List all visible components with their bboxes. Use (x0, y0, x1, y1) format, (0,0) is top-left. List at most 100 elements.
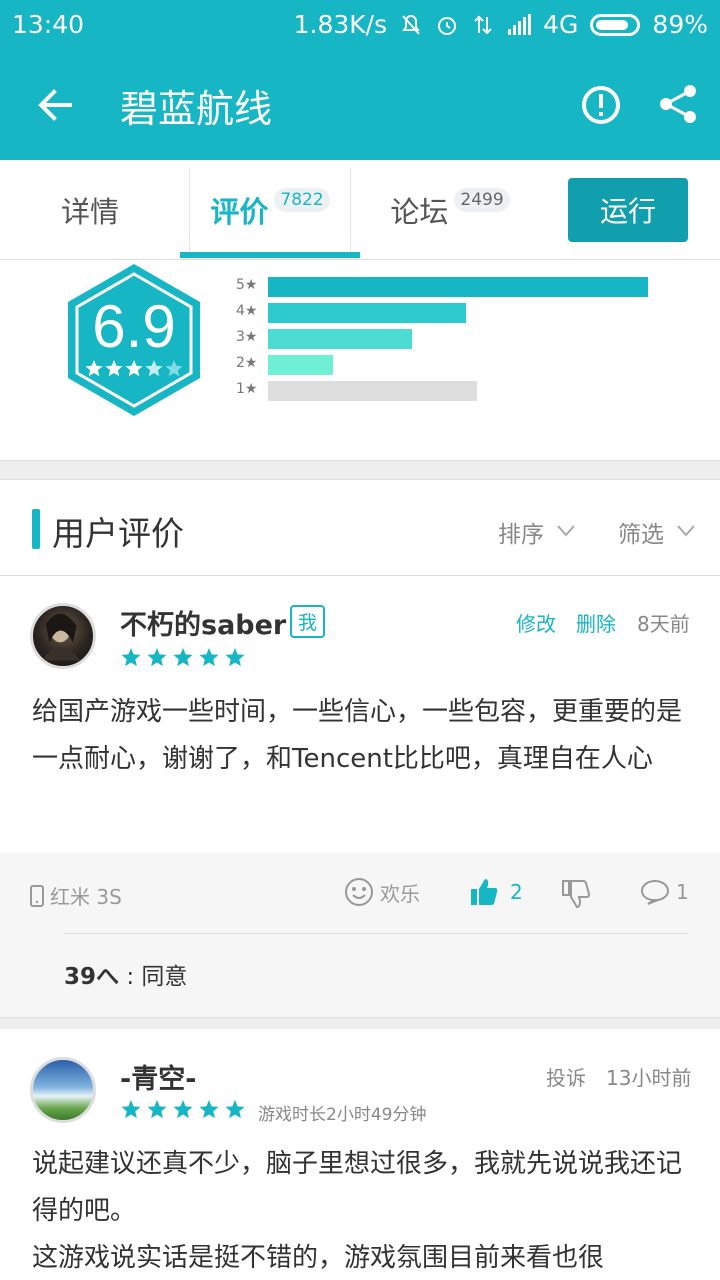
app-title: 碧蓝航线 (120, 87, 273, 131)
device-name: 红米 3S (50, 885, 122, 909)
review-footer: 红米 3S 欢乐 2 1 39へ : 同意 (0, 853, 720, 1017)
comment-count: 1 (676, 880, 689, 904)
star-icon (225, 648, 245, 667)
review-time: 8天前 (637, 612, 690, 636)
status-right: 1.83K/s 4G 89% (294, 10, 708, 39)
average-star-rating (85, 360, 183, 377)
star-icon (199, 648, 219, 667)
like-count: 2 (510, 880, 523, 904)
tab-forum[interactable]: 论坛 2499 (360, 160, 540, 260)
edit-review-link[interactable]: 修改 (516, 608, 556, 637)
filter-button[interactable]: 筛选 (618, 515, 664, 549)
review-star-rating (121, 1100, 245, 1119)
run-button[interactable]: 运行 (568, 178, 688, 242)
review-gap (0, 1017, 720, 1029)
rating-bar-label: 3★ (236, 329, 258, 345)
tab-details-label: 详情 (60, 195, 119, 229)
battery-icon (590, 13, 641, 36)
report-link[interactable]: 投诉 (546, 1062, 586, 1091)
review-card: 不朽的saber 我 修改 删除 8天前 给国产游戏一些时间，一些信心，一些包容… (0, 577, 720, 853)
rating-bar (268, 277, 648, 297)
mood-label: 欢乐 (380, 881, 420, 906)
network-type: 4G (543, 10, 579, 39)
star-icon (121, 648, 141, 667)
mute-bell-icon (402, 14, 421, 35)
sort-label: 排序 (498, 522, 544, 548)
agree-count: 39 (64, 964, 97, 990)
app-bar: 碧蓝航线 (0, 50, 720, 160)
back-arrow-icon[interactable] (30, 80, 80, 130)
tab-separator (350, 168, 351, 252)
playtime: 游戏时长2小时49分钟 (258, 1105, 427, 1125)
data-transfer-icon (474, 15, 492, 34)
section-gap (0, 460, 720, 480)
tab-reviews[interactable]: 评价 7822 (180, 160, 360, 260)
review-time: 13小时前 (606, 1066, 692, 1090)
device-info: 红米 3S (30, 881, 122, 910)
star-icon (85, 360, 103, 377)
agree-label: : 同意 (126, 964, 188, 990)
star-icon (145, 360, 163, 377)
star-icon (173, 1100, 193, 1119)
network-speed: 1.83K/s (293, 10, 388, 39)
filter-label: 筛选 (618, 522, 664, 548)
signal-icon (508, 13, 532, 35)
review-card: -青空- 投诉 13小时前 游戏时长2小时49分钟 说起建议还真不少，脑子里想过… (0, 1029, 720, 1280)
share-icon[interactable] (656, 82, 700, 126)
star-icon (125, 360, 143, 377)
thumbs-down-icon[interactable] (562, 879, 590, 909)
review-text: 说起建议还真不少，脑子里想过很多，我就先说说我还记得的吧。 这游戏说实话是挺不错… (32, 1149, 683, 1273)
rating-bar-label: 5★ (236, 277, 258, 293)
divider (64, 933, 688, 934)
tab-reviews-count: 7822 (274, 188, 330, 212)
report-alert-icon[interactable] (580, 84, 622, 126)
chevron-down-icon (677, 525, 695, 537)
average-score: 6.9 (92, 293, 176, 360)
rating-bar-label: 2★ (236, 355, 258, 371)
delete-review-link[interactable]: 删除 (576, 608, 616, 637)
section-accent (32, 509, 40, 549)
avatar[interactable] (30, 603, 96, 669)
alarm-icon (438, 16, 457, 35)
star-icon (121, 1100, 141, 1119)
rating-bar-label: 4★ (236, 303, 258, 319)
star-icon (147, 1100, 167, 1119)
battery-level: 89% (652, 10, 708, 39)
rating-bar (268, 381, 477, 401)
tab-forum-count: 2499 (454, 188, 510, 212)
review-username[interactable]: -青空- (120, 1057, 196, 1096)
star-icon (199, 1100, 219, 1119)
tab-details[interactable]: 详情 (0, 160, 180, 260)
rating-bar-label: 1★ (236, 381, 258, 397)
comment-button[interactable]: 1 (640, 879, 689, 905)
thumbs-up-icon (471, 879, 498, 905)
rating-bar (268, 303, 466, 323)
agree-arrow-icon: へ (96, 964, 120, 990)
mood-tag: 欢乐 (344, 877, 420, 907)
user-reviews-header: 用户评价 排序 筛选 (0, 481, 720, 576)
tab-forum-label: 论坛 (390, 195, 449, 229)
rating-bar (268, 355, 333, 375)
phone-icon (30, 884, 44, 907)
active-tab-indicator (180, 252, 360, 258)
star-icon (173, 648, 193, 667)
section-title: 用户评价 (52, 514, 184, 553)
tab-reviews-label: 评价 (210, 195, 269, 229)
agree-summary[interactable]: 39へ : 同意 (64, 957, 187, 991)
avatar[interactable] (30, 1057, 96, 1123)
review-username[interactable]: 不朽的saber (120, 603, 286, 642)
status-bar: 13:40 1.83K/s 4G 89% (0, 0, 720, 50)
star-icon (147, 648, 167, 667)
review-text: 给国产游戏一些时间，一些信心，一些包容，更重要的是一点耐心，谢谢了，和Tence… (32, 697, 683, 774)
review-star-rating (121, 648, 245, 667)
star-icon (225, 1100, 245, 1119)
star-icon (165, 360, 183, 377)
status-time: 13:40 (12, 10, 85, 39)
like-button[interactable]: 2 (470, 877, 523, 907)
comment-icon (640, 879, 670, 905)
chevron-down-icon (557, 525, 575, 537)
star-icon (105, 360, 123, 377)
sort-button[interactable]: 排序 (498, 515, 544, 549)
rating-bar (268, 329, 412, 349)
smiley-icon (345, 878, 373, 906)
